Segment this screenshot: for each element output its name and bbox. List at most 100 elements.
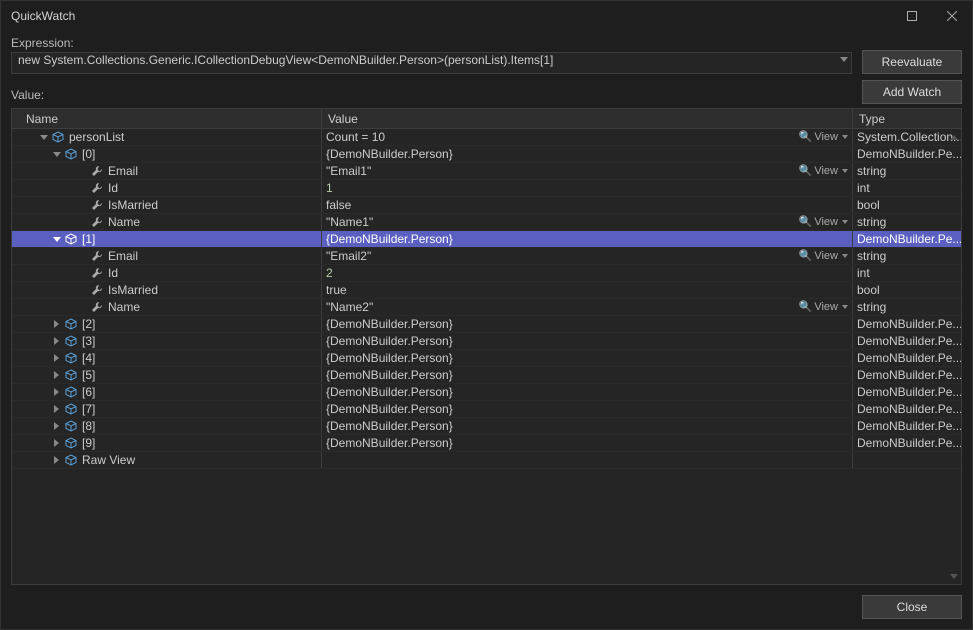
- cell-type: int: [853, 265, 961, 281]
- dropdown-icon[interactable]: [840, 57, 848, 62]
- cell-name: [9]: [12, 435, 322, 451]
- scroll-down-icon[interactable]: [948, 570, 960, 582]
- table-row[interactable]: personListCount = 10🔍ViewSystem.Collecti…: [12, 129, 961, 146]
- table-row[interactable]: Id2int: [12, 265, 961, 282]
- close-button[interactable]: Close: [862, 595, 962, 619]
- cell-type: DemoNBuilder.Pe...: [853, 401, 961, 417]
- table-row[interactable]: [3]{DemoNBuilder.Person}DemoNBuilder.Pe.…: [12, 333, 961, 350]
- view-label: View: [814, 165, 838, 177]
- view-visualizer-button[interactable]: 🔍View: [799, 215, 848, 228]
- chevron-down-icon[interactable]: [51, 149, 62, 160]
- view-visualizer-button[interactable]: 🔍View: [799, 130, 848, 143]
- chevron-right-icon[interactable]: [51, 336, 62, 347]
- cell-value[interactable]: "Email1"🔍View: [322, 163, 853, 179]
- chevron-down-icon[interactable]: [842, 169, 848, 173]
- chevron-right-icon[interactable]: [51, 421, 62, 432]
- scrollbar[interactable]: [948, 131, 960, 582]
- magnifier-icon: 🔍: [799, 300, 813, 313]
- chevron-down-icon[interactable]: [842, 135, 848, 139]
- table-row[interactable]: IsMarriedtruebool: [12, 282, 961, 299]
- cell-value[interactable]: "Email2"🔍View: [322, 248, 853, 264]
- table-row[interactable]: Raw View: [12, 452, 961, 469]
- object-icon: [64, 317, 78, 331]
- chevron-down-icon[interactable]: [842, 305, 848, 309]
- chevron-right-icon[interactable]: [51, 353, 62, 364]
- add-watch-button[interactable]: Add Watch: [862, 80, 962, 104]
- view-label: View: [814, 216, 838, 228]
- chevron-down-icon[interactable]: [38, 132, 49, 143]
- spacer: [77, 183, 88, 194]
- table-row[interactable]: [9]{DemoNBuilder.Person}DemoNBuilder.Pe.…: [12, 435, 961, 452]
- chevron-right-icon[interactable]: [51, 404, 62, 415]
- chevron-right-icon[interactable]: [51, 455, 62, 466]
- expression-text: new System.Collections.Generic.ICollecti…: [18, 53, 553, 67]
- table-row[interactable]: [6]{DemoNBuilder.Person}DemoNBuilder.Pe.…: [12, 384, 961, 401]
- cell-name: [6]: [12, 384, 322, 400]
- row-name-text: [7]: [82, 402, 95, 416]
- chevron-right-icon[interactable]: [51, 370, 62, 381]
- table-row[interactable]: Id1int: [12, 180, 961, 197]
- cell-name: [2]: [12, 316, 322, 332]
- table-row[interactable]: Name"Name2"🔍Viewstring: [12, 299, 961, 316]
- chevron-right-icon[interactable]: [51, 387, 62, 398]
- property-icon: [90, 249, 104, 263]
- chevron-down-icon[interactable]: [842, 254, 848, 258]
- view-label: View: [814, 301, 838, 313]
- cell-value[interactable]: {DemoNBuilder.Person}: [322, 401, 853, 417]
- column-name-header[interactable]: Name: [12, 109, 322, 128]
- cell-name: Raw View: [12, 452, 322, 468]
- table-row[interactable]: [5]{DemoNBuilder.Person}DemoNBuilder.Pe.…: [12, 367, 961, 384]
- cell-type: bool: [853, 197, 961, 213]
- reevaluate-button[interactable]: Reevaluate: [862, 50, 962, 74]
- table-row[interactable]: [1]{DemoNBuilder.Person}DemoNBuilder.Pe.…: [12, 231, 961, 248]
- cell-value[interactable]: {DemoNBuilder.Person}: [322, 418, 853, 434]
- table-row[interactable]: Name"Name1"🔍Viewstring: [12, 214, 961, 231]
- chevron-down-icon[interactable]: [842, 220, 848, 224]
- maximize-button[interactable]: [892, 1, 932, 31]
- cell-value[interactable]: {DemoNBuilder.Person}: [322, 435, 853, 451]
- spacer: [77, 302, 88, 313]
- cell-value[interactable]: false: [322, 197, 853, 213]
- cell-value[interactable]: {DemoNBuilder.Person}: [322, 316, 853, 332]
- row-value-text: {DemoNBuilder.Person}: [326, 368, 453, 382]
- column-value-header[interactable]: Value: [322, 109, 853, 128]
- table-row[interactable]: [2]{DemoNBuilder.Person}DemoNBuilder.Pe.…: [12, 316, 961, 333]
- table-row[interactable]: [7] {DemoNBuilder.Person}DemoNBuilder.Pe.…: [12, 401, 961, 418]
- cell-value[interactable]: true: [322, 282, 853, 298]
- property-icon: [90, 164, 104, 178]
- cell-value[interactable]: {DemoNBuilder.Person}: [322, 231, 853, 247]
- object-icon: [64, 232, 78, 246]
- titlebar[interactable]: QuickWatch: [1, 1, 972, 31]
- cell-value[interactable]: {DemoNBuilder.Person}: [322, 384, 853, 400]
- cell-value[interactable]: [322, 452, 853, 468]
- table-row[interactable]: [0]{DemoNBuilder.Person}DemoNBuilder.Pe.…: [12, 146, 961, 163]
- cell-value[interactable]: 2: [322, 265, 853, 281]
- chevron-down-icon[interactable]: [51, 234, 62, 245]
- table-row[interactable]: Email"Email1"🔍Viewstring: [12, 163, 961, 180]
- cell-type: DemoNBuilder.Pe...: [853, 350, 961, 366]
- table-row[interactable]: [8]{DemoNBuilder.Person}DemoNBuilder.Pe.…: [12, 418, 961, 435]
- view-visualizer-button[interactable]: 🔍View: [799, 249, 848, 262]
- table-row[interactable]: Email"Email2"🔍Viewstring: [12, 248, 961, 265]
- row-name-text: IsMarried: [108, 198, 158, 212]
- scroll-up-icon[interactable]: [948, 131, 960, 143]
- cell-value[interactable]: {DemoNBuilder.Person}: [322, 333, 853, 349]
- row-name-text: Email: [108, 249, 138, 263]
- cell-value[interactable]: {DemoNBuilder.Person}: [322, 350, 853, 366]
- cell-value[interactable]: {DemoNBuilder.Person}: [322, 146, 853, 162]
- cell-value[interactable]: Count = 10🔍View: [322, 129, 853, 145]
- table-row[interactable]: IsMarried falsebool: [12, 197, 961, 214]
- expression-input[interactable]: new System.Collections.Generic.ICollecti…: [11, 52, 852, 74]
- cell-value[interactable]: 1: [322, 180, 853, 196]
- cell-value[interactable]: {DemoNBuilder.Person}: [322, 367, 853, 383]
- close-window-button[interactable]: [932, 1, 972, 31]
- column-type-header[interactable]: Type: [853, 109, 961, 128]
- table-row[interactable]: [4]{DemoNBuilder.Person}DemoNBuilder.Pe.…: [12, 350, 961, 367]
- chevron-right-icon[interactable]: [51, 438, 62, 449]
- cell-value[interactable]: "Name2"🔍View: [322, 299, 853, 315]
- chevron-right-icon[interactable]: [51, 319, 62, 330]
- cell-name: Email: [12, 163, 322, 179]
- cell-value[interactable]: "Name1"🔍View: [322, 214, 853, 230]
- view-visualizer-button[interactable]: 🔍View: [799, 164, 848, 177]
- view-visualizer-button[interactable]: 🔍View: [799, 300, 848, 313]
